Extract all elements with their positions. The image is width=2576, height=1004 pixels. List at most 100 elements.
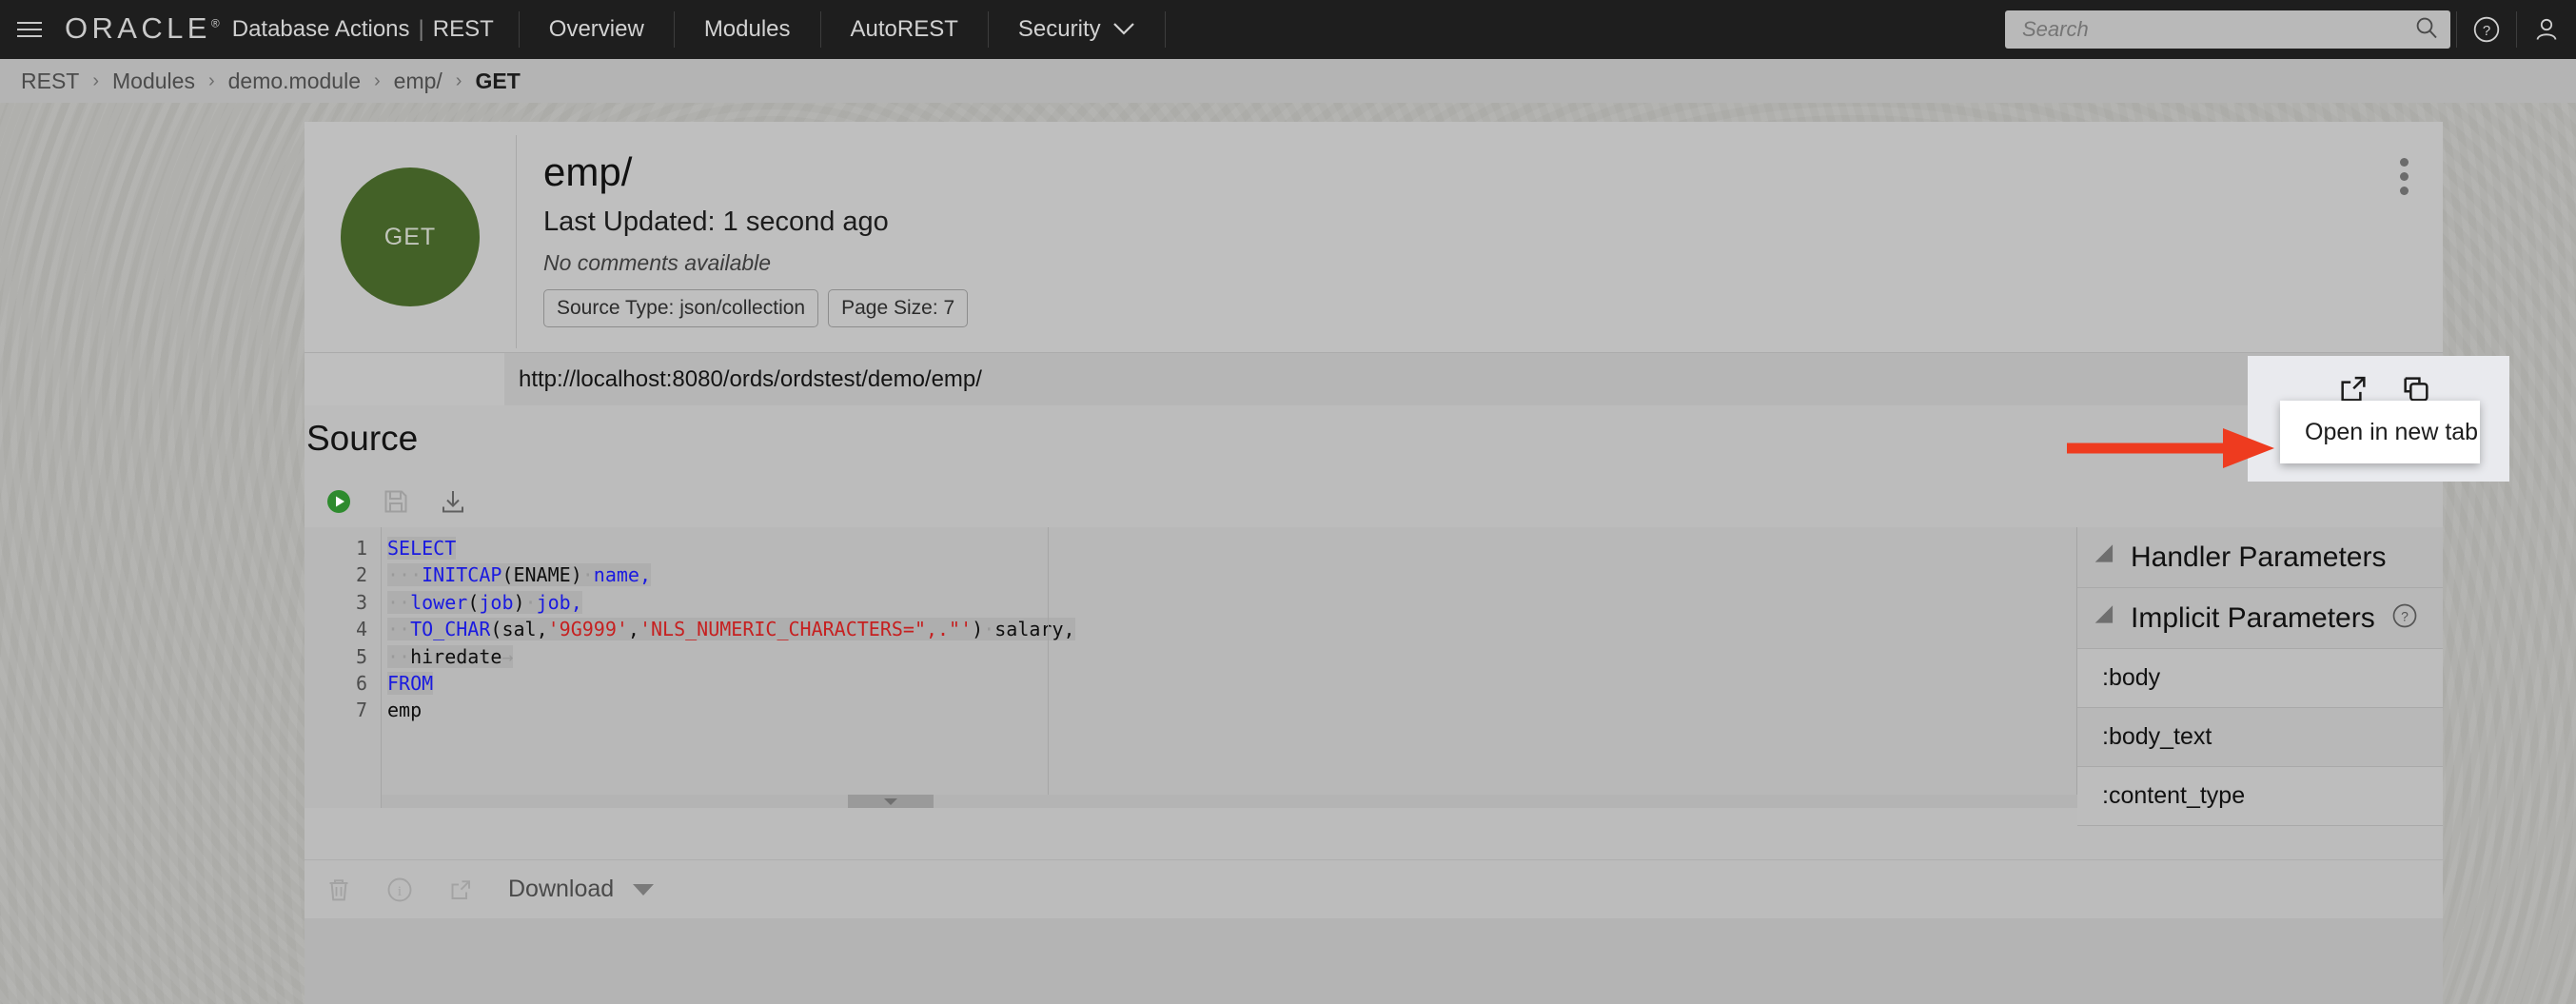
editor-horizontal-scrollbar-thumb[interactable]: [848, 795, 934, 808]
editor-indent-guide: [1048, 527, 1049, 808]
chip-source-type[interactable]: Source Type: json/collection: [543, 288, 819, 327]
user-menu-button[interactable]: [2517, 0, 2576, 59]
chip-page-size[interactable]: Page Size: 7: [828, 288, 969, 327]
line-number: 7: [355, 699, 367, 722]
trash-icon: [329, 878, 348, 900]
download-button[interactable]: [440, 488, 466, 515]
top-navigation-bar: ORACLE® Database Actions | REST Overview M…: [0, 0, 2576, 59]
code-token: name: [593, 563, 639, 587]
endpoint-header: GET emp/ Last Updated: 1 second ago No c…: [305, 122, 2443, 352]
svg-text:?: ?: [2401, 609, 2409, 624]
code-token: ··: [387, 644, 411, 668]
download-label: Download: [508, 876, 615, 902]
code-token: ,: [570, 590, 582, 614]
download-tray-icon: [442, 491, 463, 513]
code-token: INITCAP: [422, 563, 502, 587]
help-circle-icon[interactable]: ?: [2391, 602, 2418, 634]
line-number: 3: [355, 590, 367, 614]
code-token: sal: [501, 618, 537, 641]
breadcrumb: REST › Modules › demo.module › emp/ › GE…: [0, 59, 2576, 103]
param-body-text[interactable]: :body_text: [2077, 708, 2443, 767]
param-content-type[interactable]: :content_type: [2077, 767, 2443, 826]
last-updated-text: Last Updated: 1 second ago: [543, 206, 889, 237]
run-button[interactable]: [325, 488, 352, 515]
svg-text:i: i: [398, 884, 402, 899]
card-bottom-filler: [305, 918, 2443, 1004]
menu-item-open-in-new-tab[interactable]: Open in new tab: [2305, 419, 2478, 446]
chevron-down-icon: [1112, 16, 1135, 43]
breadcrumb-separator-icon: ›: [207, 69, 215, 91]
tab-modules[interactable]: Modules: [675, 0, 820, 59]
code-token: ·: [524, 590, 537, 614]
oracle-logo: ORACLE®: [65, 11, 220, 45]
breadcrumb-item-demo-module[interactable]: demo.module: [228, 69, 361, 94]
breadcrumb-item-emp[interactable]: emp/: [394, 69, 442, 94]
tab-overview[interactable]: Overview: [520, 0, 674, 59]
source-editor-panel: 1234567 SELECT ···INITCAP(ENAME)·name, ··l…: [305, 476, 2443, 859]
app-root: ORACLE® Database Actions | REST Overview M…: [0, 0, 2576, 1004]
endpoint-url[interactable]: http://localhost:8080/ords/ordstest/demo…: [519, 366, 982, 393]
delete-button[interactable]: [325, 876, 352, 903]
triangle-expand-icon: [2094, 604, 2122, 632]
context-menu[interactable]: Open in new tab: [2280, 401, 2480, 463]
code-token: FROM: [387, 671, 434, 695]
code-token: hiredate: [410, 644, 502, 668]
page-title: emp/: [543, 149, 633, 194]
info-circle-icon: i: [387, 877, 412, 901]
info-button[interactable]: i: [386, 876, 413, 903]
tab-autorest[interactable]: AutoREST: [821, 0, 988, 59]
brand: ORACLE® Database Actions | REST: [59, 0, 519, 59]
code-token: ): [570, 563, 582, 587]
endpoint-url-row: http://localhost:8080/ords/ordstest/demo…: [305, 352, 2443, 405]
comments-text: No comments available: [543, 249, 772, 275]
save-disk-icon: [384, 490, 407, 513]
tab-security-label: Security: [1017, 16, 1101, 42]
code-token: TO_CHAR: [410, 618, 491, 641]
search-input[interactable]: [2005, 10, 2450, 49]
section-implicit-parameters[interactable]: Implicit Parameters ?: [2077, 588, 2443, 649]
section-handler-parameters[interactable]: Handler Parameters: [2077, 527, 2443, 588]
more-vertical-icon[interactable]: [2400, 152, 2409, 201]
tab-overview-label: Overview: [548, 16, 644, 42]
save-button[interactable]: [383, 488, 409, 515]
breadcrumb-item-rest[interactable]: REST: [21, 69, 79, 94]
handler-parameters-label: Handler Parameters: [2131, 541, 2387, 573]
line-number: 5: [355, 644, 367, 668]
source-section-title: Source: [306, 419, 419, 458]
code-token: SELECT: [387, 537, 457, 560]
open-external-button[interactable]: [447, 876, 474, 903]
http-method-badge: GET: [341, 167, 480, 306]
code-token: (: [501, 563, 514, 587]
breadcrumb-item-modules[interactable]: Modules: [112, 69, 195, 94]
param-body[interactable]: :body: [2077, 649, 2443, 708]
help-button[interactable]: ?: [2457, 0, 2516, 59]
code-token: ,: [1063, 618, 1075, 641]
code-token: ): [972, 618, 984, 641]
method-badge-column: GET: [305, 122, 516, 352]
code-token: salary: [994, 618, 1064, 641]
editor-body: 1234567 SELECT ···INITCAP(ENAME)·name, ··l…: [305, 527, 2443, 826]
code-token: ··: [387, 618, 411, 641]
line-number-gutter: 1 2 3 4 5 6 7: [305, 527, 381, 808]
play-circle-icon: [327, 490, 350, 513]
code-token: (: [490, 618, 502, 641]
breadcrumb-separator-icon: ›: [455, 69, 462, 91]
tab-modules-label: Modules: [703, 16, 791, 42]
line-number: 4: [355, 618, 367, 641]
download-dropdown[interactable]: Download: [508, 876, 655, 903]
code-token: lower: [410, 590, 468, 614]
breadcrumb-separator-icon: ›: [92, 69, 100, 91]
user-avatar-icon: [2536, 18, 2557, 40]
code-token: ···: [387, 563, 423, 587]
parameters-panel: Handler Parameters Implicit Parameters ?…: [2076, 527, 2443, 826]
code-token: job: [479, 590, 514, 614]
hamburger-menu-icon[interactable]: [0, 0, 59, 59]
line-number: 1: [355, 537, 367, 560]
code-token: emp: [387, 699, 423, 722]
code-token: ): [513, 590, 525, 614]
code-token: ,: [639, 563, 651, 587]
tab-security[interactable]: Security: [989, 0, 1165, 59]
url-row-left-pad: [305, 353, 504, 405]
brand-title: Database Actions | REST: [231, 16, 494, 42]
